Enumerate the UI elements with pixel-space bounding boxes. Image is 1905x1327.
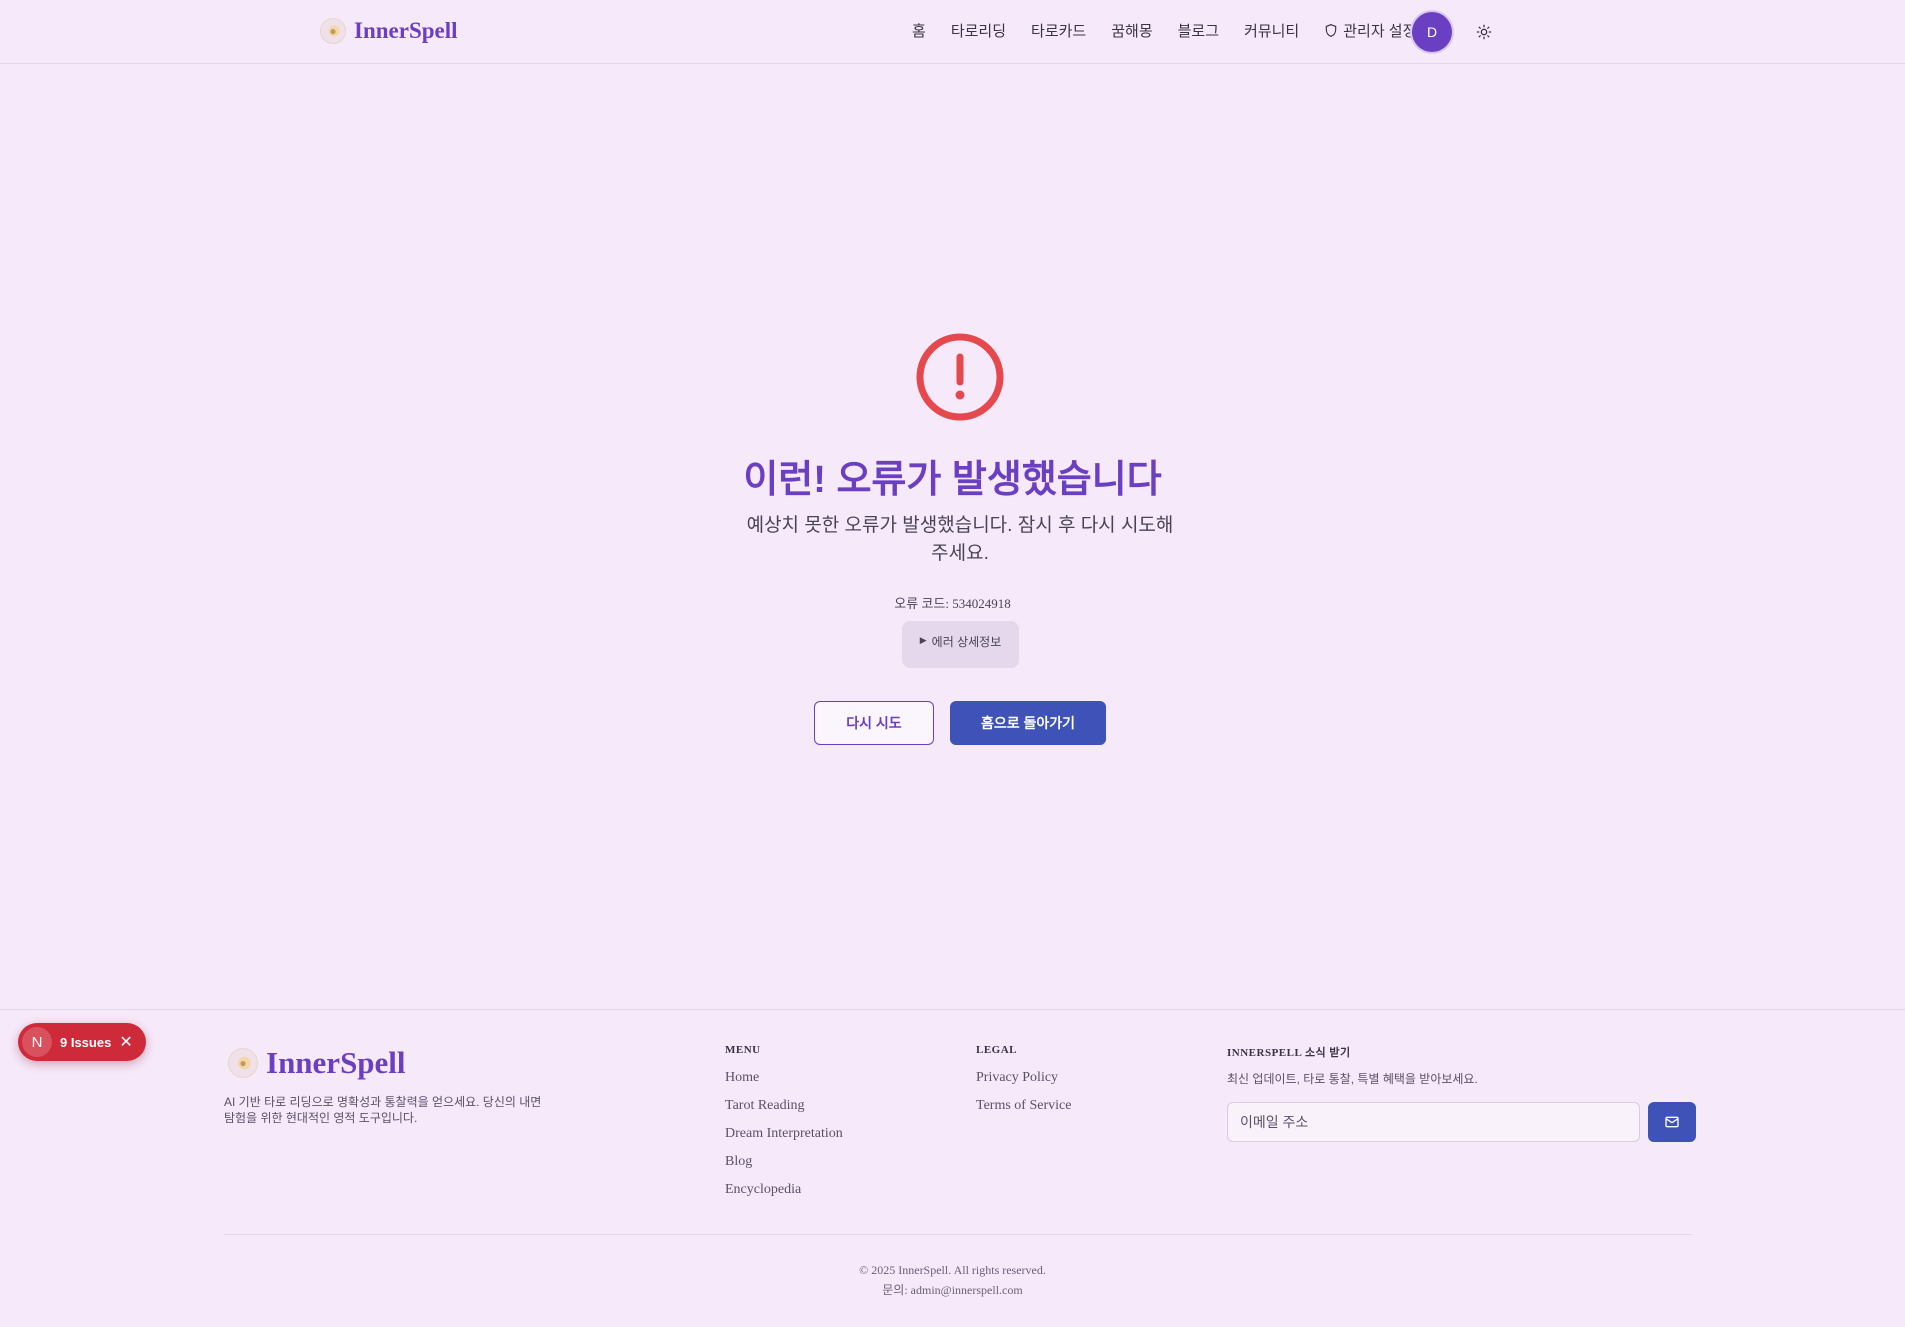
eye-logo-icon: ● bbox=[320, 18, 346, 44]
nav-item-tarot-cards[interactable]: 타로카드 bbox=[1031, 20, 1086, 41]
sun-icon bbox=[1476, 24, 1492, 40]
legal-heading: LEGAL bbox=[976, 1044, 1018, 1056]
newsletter-description: 최신 업데이트, 타로 통찰, 특별 혜택을 받아보세요. bbox=[1227, 1072, 1478, 1086]
footer-link-blog[interactable]: Blog bbox=[725, 1154, 843, 1182]
footer-tagline: AI 기반 타로 리딩으로 명확성과 통찰력을 얻으세요. 당신의 내면 탐험을… bbox=[224, 1095, 542, 1125]
newsletter-heading: INNERSPELL 소식 받기 bbox=[1227, 1047, 1351, 1059]
error-description: 예상치 못한 오류가 발생했습니다. 잠시 후 다시 시도해주세요. bbox=[746, 515, 1174, 564]
logo-text: InnerSpell bbox=[354, 18, 458, 43]
avatar[interactable]: D bbox=[1412, 12, 1452, 52]
nav-item-community[interactable]: 커뮤니티 bbox=[1244, 20, 1299, 41]
eye-logo-icon: ● bbox=[228, 1048, 258, 1078]
footer-logo[interactable]: ● InnerSpell bbox=[228, 1045, 406, 1081]
footer-link-terms[interactable]: Terms of Service bbox=[976, 1098, 1071, 1126]
error-details-label: 에러 상세정보 bbox=[931, 635, 1002, 649]
nav-item-home[interactable]: 홈 bbox=[912, 20, 926, 41]
nav-item-dream[interactable]: 꿈해몽 bbox=[1111, 20, 1152, 41]
retry-button[interactable]: 다시 시도 bbox=[814, 701, 934, 745]
nav-item-blog[interactable]: 블로그 bbox=[1178, 20, 1219, 41]
shield-icon bbox=[1325, 24, 1337, 37]
footer-link-privacy[interactable]: Privacy Policy bbox=[976, 1070, 1071, 1098]
subscribe-button[interactable] bbox=[1648, 1102, 1696, 1142]
header-logo[interactable]: ● InnerSpell bbox=[320, 18, 458, 44]
nav-item-admin[interactable]: 관리자 설정 bbox=[1324, 20, 1416, 41]
footer-link-home[interactable]: Home bbox=[725, 1070, 843, 1098]
footer-link-encyclopedia[interactable]: Encyclopedia bbox=[725, 1182, 843, 1210]
theme-toggle-button[interactable] bbox=[1474, 22, 1494, 42]
go-home-button[interactable]: 홈으로 돌아가기 bbox=[950, 701, 1106, 745]
copyright: © 2025 InnerSpell. All rights reserved. … bbox=[0, 1260, 1905, 1300]
footer-link-tarot-reading[interactable]: Tarot Reading bbox=[725, 1098, 843, 1126]
nav-item-tarot-reading[interactable]: 타로리딩 bbox=[951, 20, 1006, 41]
site-footer: ● InnerSpell AI 기반 타로 리딩으로 명확성과 통찰력을 얻으세… bbox=[0, 1009, 1905, 1327]
mail-icon bbox=[1665, 1116, 1679, 1128]
caret-right-icon: ▶ bbox=[919, 635, 927, 645]
admin-label: 관리자 설정 bbox=[1343, 23, 1417, 40]
menu-list: Home Tarot Reading Dream Interpretation … bbox=[725, 1070, 843, 1210]
error-title: 이런! 오류가 발생했습니다 bbox=[743, 459, 1162, 501]
error-code: 오류 코드: 534024918 bbox=[894, 596, 1011, 611]
contact-email[interactable]: 문의: admin@innerspell.com bbox=[0, 1280, 1905, 1300]
footer-link-dream[interactable]: Dream Interpretation bbox=[725, 1126, 843, 1154]
email-field[interactable]: 이메일 주소 bbox=[1227, 1102, 1640, 1142]
logo-text: InnerSpell bbox=[266, 1045, 406, 1080]
alert-circle-icon bbox=[916, 333, 1004, 421]
menu-heading: MENU bbox=[725, 1044, 761, 1056]
legal-list: Privacy Policy Terms of Service bbox=[976, 1070, 1071, 1126]
main-nav: 홈 타로리딩 타로카드 꿈해몽 블로그 커뮤니티 관리자 설정 bbox=[912, 20, 1441, 41]
error-details-toggle[interactable]: ▶ 에러 상세정보 bbox=[902, 621, 1019, 668]
footer-divider bbox=[224, 1234, 1692, 1235]
copyright-text: © 2025 InnerSpell. All rights reserved. bbox=[859, 1263, 1046, 1277]
site-header: ● InnerSpell 홈 타로리딩 타로카드 꿈해몽 블로그 커뮤니티 관리… bbox=[0, 0, 1905, 64]
